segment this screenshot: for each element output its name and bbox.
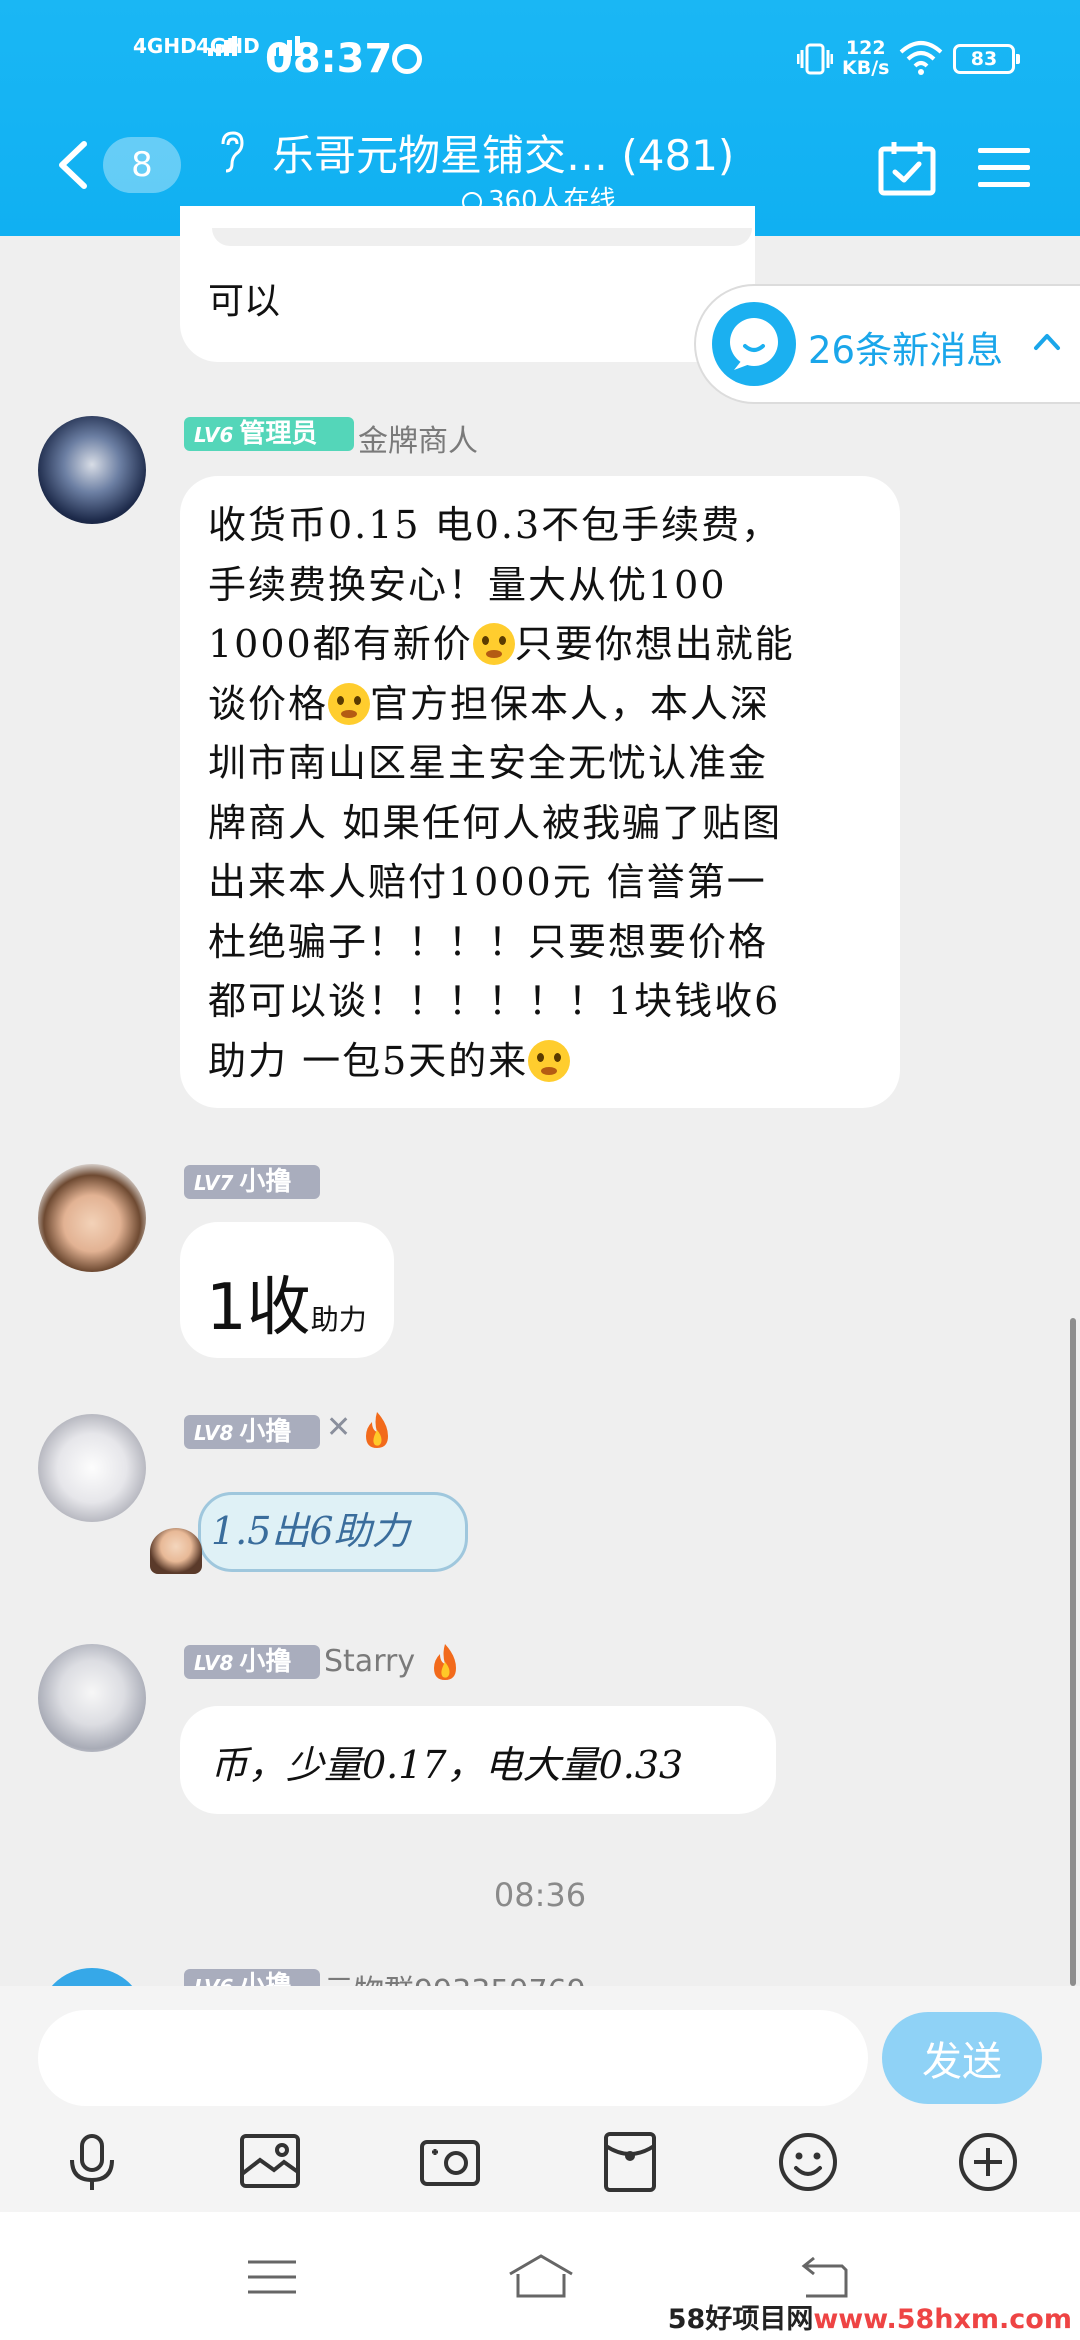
- message-big-text: 1收: [206, 1271, 311, 1345]
- message-line: 都可以谈！！！！！！1块钱收6: [208, 979, 781, 1023]
- image-icon[interactable]: [238, 2130, 302, 2194]
- member-name: 小撸: [239, 1647, 292, 1677]
- emoji-icon: [328, 682, 371, 725]
- watermark: 58好项目网www.58hxm.com: [668, 2297, 1072, 2336]
- clock: 08:37: [265, 36, 393, 82]
- member-name: 小撸: [239, 1167, 292, 1197]
- message-line: 圳市南山区星主安全无忧认准金: [208, 741, 769, 785]
- new-messages-pill[interactable]: 26条新消息: [694, 284, 1080, 404]
- wifi-icon: [899, 41, 943, 75]
- message-line: 只要你想出就能: [514, 622, 795, 666]
- emoji-icon: [472, 623, 515, 665]
- fire-icon: [434, 1644, 456, 1680]
- emoji-icon: [528, 1039, 571, 1082]
- level-label: LV8: [194, 1421, 234, 1445]
- message-text: 币，少量0.17，电大量0.33: [210, 1743, 684, 1787]
- message-line: 官方担保本人，本人深: [370, 681, 771, 726]
- group-title[interactable]: 乐哥元物星铺交… (481): [272, 122, 734, 183]
- level-badge: LV7 小撸: [184, 1165, 320, 1199]
- message-line: 收货币0.15 电0.3不包手续费，: [208, 503, 782, 547]
- new-messages-label: 26条新消息: [808, 329, 1004, 372]
- sticker-text: 1.5出6助力: [211, 1509, 410, 1553]
- level-badge: LV8 小撸: [184, 1645, 320, 1679]
- watermark-url: www.58hxm.com: [813, 2304, 1072, 2335]
- home-icon[interactable]: [506, 2252, 576, 2302]
- fire-icon: [366, 1412, 388, 1448]
- badge-x-icon: ✕: [326, 1410, 352, 1445]
- avatar[interactable]: [38, 1414, 146, 1522]
- plus-icon[interactable]: [956, 2130, 1020, 2194]
- sticker-message[interactable]: 1.5出6助力: [198, 1492, 468, 1572]
- level-label: LV7: [194, 1171, 234, 1195]
- message-line-group: 谈价格 官方担保本人，本人深: [208, 675, 888, 735]
- member-title: Starry: [324, 1644, 416, 1679]
- message-line: 助力 一包5天的来: [208, 1038, 529, 1083]
- chevron-up-icon: [1034, 334, 1060, 350]
- ear-mode-icon[interactable]: [217, 130, 245, 174]
- camera-icon[interactable]: [418, 2130, 482, 2194]
- back-icon[interactable]: [794, 2252, 854, 2302]
- message-bubble[interactable]: 1收助力: [180, 1222, 394, 1358]
- microphone-icon[interactable]: [60, 2130, 124, 2194]
- vibrate-icon: [797, 43, 833, 75]
- signal-1-label: 4GHD: [133, 34, 197, 58]
- message-line: 手续费换安心！量大从优100: [208, 562, 727, 607]
- menu-icon[interactable]: [978, 146, 1030, 190]
- new-message-chat-icon: [712, 302, 796, 386]
- net-speed-unit: KB/s: [842, 57, 890, 79]
- message-line-group: 1000都有新价 只要你想出就能: [208, 615, 888, 675]
- message-timestamp: 08:36: [493, 1876, 587, 1914]
- message-bubble[interactable]: 收货币0.15 电0.3不包手续费， 手续费换安心！量大从优100 1000都有…: [180, 476, 900, 1108]
- battery-icon: 83: [953, 44, 1020, 74]
- message-text: 收货币0.15 电0.3不包手续费， 手续费换安心！量大从优100 1000都有…: [208, 496, 888, 1091]
- net-speed: 122 KB/s: [842, 38, 889, 78]
- member-name: 小撸: [239, 1417, 292, 1447]
- message-line-group: 助力 一包5天的来: [208, 1032, 888, 1092]
- net-speed-value: 122: [845, 37, 886, 59]
- unread-count-badge[interactable]: 8: [103, 137, 181, 193]
- message-line: 谈价格: [208, 681, 329, 726]
- avatar[interactable]: [38, 1164, 146, 1272]
- watermark-brand: 58好项目网: [667, 2304, 814, 2335]
- level-label: LV6: [194, 423, 234, 447]
- group-name: 乐哥元物星铺交…: [272, 131, 609, 180]
- message-small-text: 助力: [310, 1303, 367, 1336]
- message-line: 出来本人赔付1000元 信誉第一: [208, 860, 767, 904]
- scrollbar[interactable]: [1070, 1318, 1076, 1986]
- avatar[interactable]: [38, 416, 146, 524]
- emoji-icon[interactable]: [776, 2130, 840, 2194]
- chat-header: 4GHD 4GHD 08:37 122 KB/s 83 8 乐哥元物星铺交… (…: [0, 0, 1080, 236]
- system-nav-bar: 58好项目网www.58hxm.com: [0, 2212, 1080, 2340]
- red-packet-icon[interactable]: [598, 2130, 662, 2194]
- level-badge: LV8 小撸: [184, 1415, 320, 1449]
- back-arrow-icon[interactable]: [52, 140, 92, 190]
- level-label: LV8: [194, 1651, 234, 1675]
- notification-q-icon: [392, 44, 422, 74]
- message-line: 杜绝骗子！！！！只要想要价格: [208, 919, 769, 964]
- avatar[interactable]: [38, 1644, 146, 1752]
- message-bubble[interactable]: 币，少量0.17，电大量0.33: [180, 1706, 776, 1814]
- calendar-check-icon[interactable]: [878, 140, 936, 196]
- recent-apps-icon[interactable]: [242, 2252, 302, 2302]
- send-button[interactable]: 发送: [882, 2012, 1042, 2104]
- message-line: 牌商人 如果任何人被我骗了贴图: [208, 800, 783, 845]
- message-text: 1收助力: [206, 1256, 367, 1348]
- member-count: (481): [621, 131, 735, 180]
- sticker-character: [150, 1528, 202, 1574]
- signal-2-label: 4GHD: [196, 34, 260, 58]
- chat-bubble-icon: [730, 318, 778, 370]
- message-line: 1000都有新价: [208, 622, 473, 666]
- message-input[interactable]: [38, 2010, 868, 2106]
- member-title: 金牌商人: [358, 424, 478, 459]
- message-text: 可以: [208, 281, 281, 322]
- input-panel: 发送: [0, 1986, 1080, 2212]
- status-bar: 4GHD 4GHD 08:37 122 KB/s 83: [0, 30, 1080, 90]
- bubble-divider: [212, 228, 752, 246]
- role-label: 管理员: [239, 419, 318, 449]
- level-admin-badge: LV6 管理员: [184, 417, 354, 451]
